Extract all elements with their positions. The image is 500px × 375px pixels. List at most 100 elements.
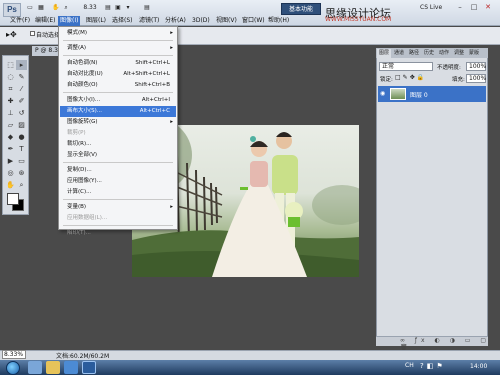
zoom-tool-icon[interactable]: ⌕ [16,180,27,190]
menu-item-label: 模式(M) [67,30,88,36]
move-tool-icon[interactable]: ▸ [16,60,27,70]
opacity-field[interactable]: 100% [466,62,486,71]
blur-tool-icon[interactable]: ◆ [5,132,16,142]
menu-3d[interactable]: 3D(D) [190,16,212,26]
menu-help[interactable]: 帮助(H) [266,16,291,26]
pen-tool-icon[interactable]: ✒ [5,144,16,154]
close-icon[interactable]: ✕ [482,2,494,12]
image-menu-item[interactable]: 应用图像(Y)... [60,176,176,187]
image-menu-item[interactable]: 自动色调(N) Shift+Ctrl+L [60,58,176,69]
menu-file[interactable]: 文件(F) [8,16,32,26]
zoom-level-field[interactable]: 8.33 [80,3,100,13]
tab-adjustments[interactable]: 调整 [452,49,466,58]
menu-item-label: 自动色调(N) [67,60,98,66]
tab-layers[interactable]: 图层 [377,49,392,58]
eye-icon[interactable]: ◉ [380,90,388,97]
minimize-icon[interactable]: – [454,2,466,12]
image-menu-item[interactable]: 裁剪(P) [60,128,176,139]
crop-tool-icon[interactable]: ⌗ [5,84,16,94]
path-select-icon[interactable]: ▶ [5,156,16,166]
brush-tool-icon[interactable]: ✐ [16,96,27,106]
menu-edit[interactable]: 编辑(E) [33,16,57,26]
media-player-icon[interactable] [64,361,78,374]
ie-icon[interactable] [28,361,42,374]
hand-icon[interactable]: ✋ [52,3,60,13]
menu-view[interactable]: 视图(V) [214,16,239,26]
image-menu-item[interactable]: 模式(M) ▸ [60,28,176,39]
language-indicator[interactable]: CH [405,362,414,369]
eyedropper-icon[interactable]: ⁄ [16,84,27,94]
mini-bridge-icon[interactable]: ▦ [37,3,45,13]
menu-window[interactable]: 窗口(W) [240,16,267,26]
image-menu-item[interactable]: 应用数据组(L)... [60,213,176,224]
image-menu-item[interactable]: 图像旋转(G) ▸ [60,117,176,128]
extras-icon[interactable]: ▤ [143,3,151,13]
auto-select-checkbox[interactable] [30,31,35,36]
zoom-field[interactable]: 8.33% [2,350,26,359]
image-menu-item[interactable]: 计算(C)... [60,187,176,198]
image-menu-item[interactable]: 自动对比度(U) Alt+Shift+Ctrl+L [60,69,176,80]
explorer-icon[interactable] [46,361,60,374]
dropdown-chevron-icon[interactable]: ▾ [124,3,132,13]
menu-separator [63,199,173,200]
healing-brush-icon[interactable]: ✚ [5,96,16,106]
workspace-button[interactable]: 基本功能 [281,3,321,15]
clock[interactable]: 14:00 [470,363,487,370]
quick-select-icon[interactable]: ✎ [16,72,27,82]
history-brush-icon[interactable]: ↺ [16,108,27,118]
image-menu-item[interactable]: 显示全部(V) [60,150,176,161]
maximize-icon[interactable]: □ [468,2,480,12]
image-menu-item[interactable]: 画布大小(S)... Alt+Ctrl+C [60,106,176,117]
menu-item-shortcut: Shift+Ctrl+L [135,60,170,66]
gradient-icon[interactable]: ▨ [16,120,27,130]
menu-separator [63,40,173,41]
arrange-icon[interactable]: ▤ [104,3,112,13]
shape-tool-icon[interactable]: ▭ [16,156,27,166]
layer-action-icons[interactable]: ∞ ƒx ◐ ◑ ▭ ▢ 🗑 [400,337,500,351]
fill-field[interactable]: 100% [466,74,486,83]
auto-select-label: 自动选择 [36,32,61,39]
image-menu-item[interactable]: 自动颜色(O) Shift+Ctrl+B [60,80,176,91]
menu-select[interactable]: 选择(S) [110,16,135,26]
tab-actions[interactable]: 动作 [437,49,451,58]
tab-paths[interactable]: 路径 [407,49,421,58]
menu-separator [63,225,173,226]
tray-icons[interactable]: ?◧⚑ [420,362,446,370]
menu-filter[interactable]: 滤镜(T) [137,16,161,26]
tab-channels[interactable]: 通道 [392,49,406,58]
eraser-icon[interactable]: ▱ [5,120,16,130]
screen-mode-icon[interactable]: ▣ [114,3,122,13]
tab-history[interactable]: 历史 [422,49,436,58]
image-menu-item[interactable]: 复制(D)... [60,165,176,176]
3d-rotate-icon[interactable]: ◎ [5,168,16,178]
start-button[interactable] [6,361,20,375]
image-menu-item[interactable]: 裁切(R)... [60,139,176,150]
image-menu-item[interactable]: 图像大小(I)... Alt+Ctrl+I [60,95,176,106]
lasso-tool-icon[interactable]: ◌ [5,72,16,82]
marquee-tool-icon[interactable]: ⬚ [5,60,16,70]
menu-analysis[interactable]: 分析(A) [163,16,188,26]
bridge-icon[interactable]: ▭ [26,3,34,13]
submenu-arrow-icon: ▸ [170,30,173,36]
photoshop-logo: Ps [3,3,21,17]
blend-mode-select[interactable]: 正常 [379,62,433,71]
dodge-tool-icon[interactable]: ● [16,132,27,142]
hand-tool-icon[interactable]: ✋ [5,180,16,190]
menu-image[interactable]: 图像(I) [58,16,81,26]
menu-item-label: 显示全部(V) [67,152,98,158]
image-menu-item[interactable]: 陷印(T)... [60,228,176,239]
clone-stamp-icon[interactable]: ⊥ [5,108,16,118]
cs-live-button[interactable]: CS Live [420,3,450,13]
type-tool-icon[interactable]: T [16,144,27,154]
move-tool-icon[interactable]: ▸✥ [6,30,17,39]
zoom-tool-icon[interactable]: ⌕ [62,3,70,13]
lock-icons[interactable]: □✎✥🔒 [395,74,426,81]
foreground-color-swatch[interactable] [7,193,19,205]
image-menu-item[interactable]: 调整(A) ▸ [60,43,176,54]
3d-orbit-icon[interactable]: ⊛ [16,168,27,178]
image-menu-item[interactable]: 变量(B) ▸ [60,202,176,213]
tab-masks[interactable]: 蒙版 [467,49,481,58]
menu-layer[interactable]: 图层(L) [84,16,108,26]
photoshop-task-icon[interactable] [82,361,96,374]
layer-name[interactable]: 图层 0 [410,90,428,99]
